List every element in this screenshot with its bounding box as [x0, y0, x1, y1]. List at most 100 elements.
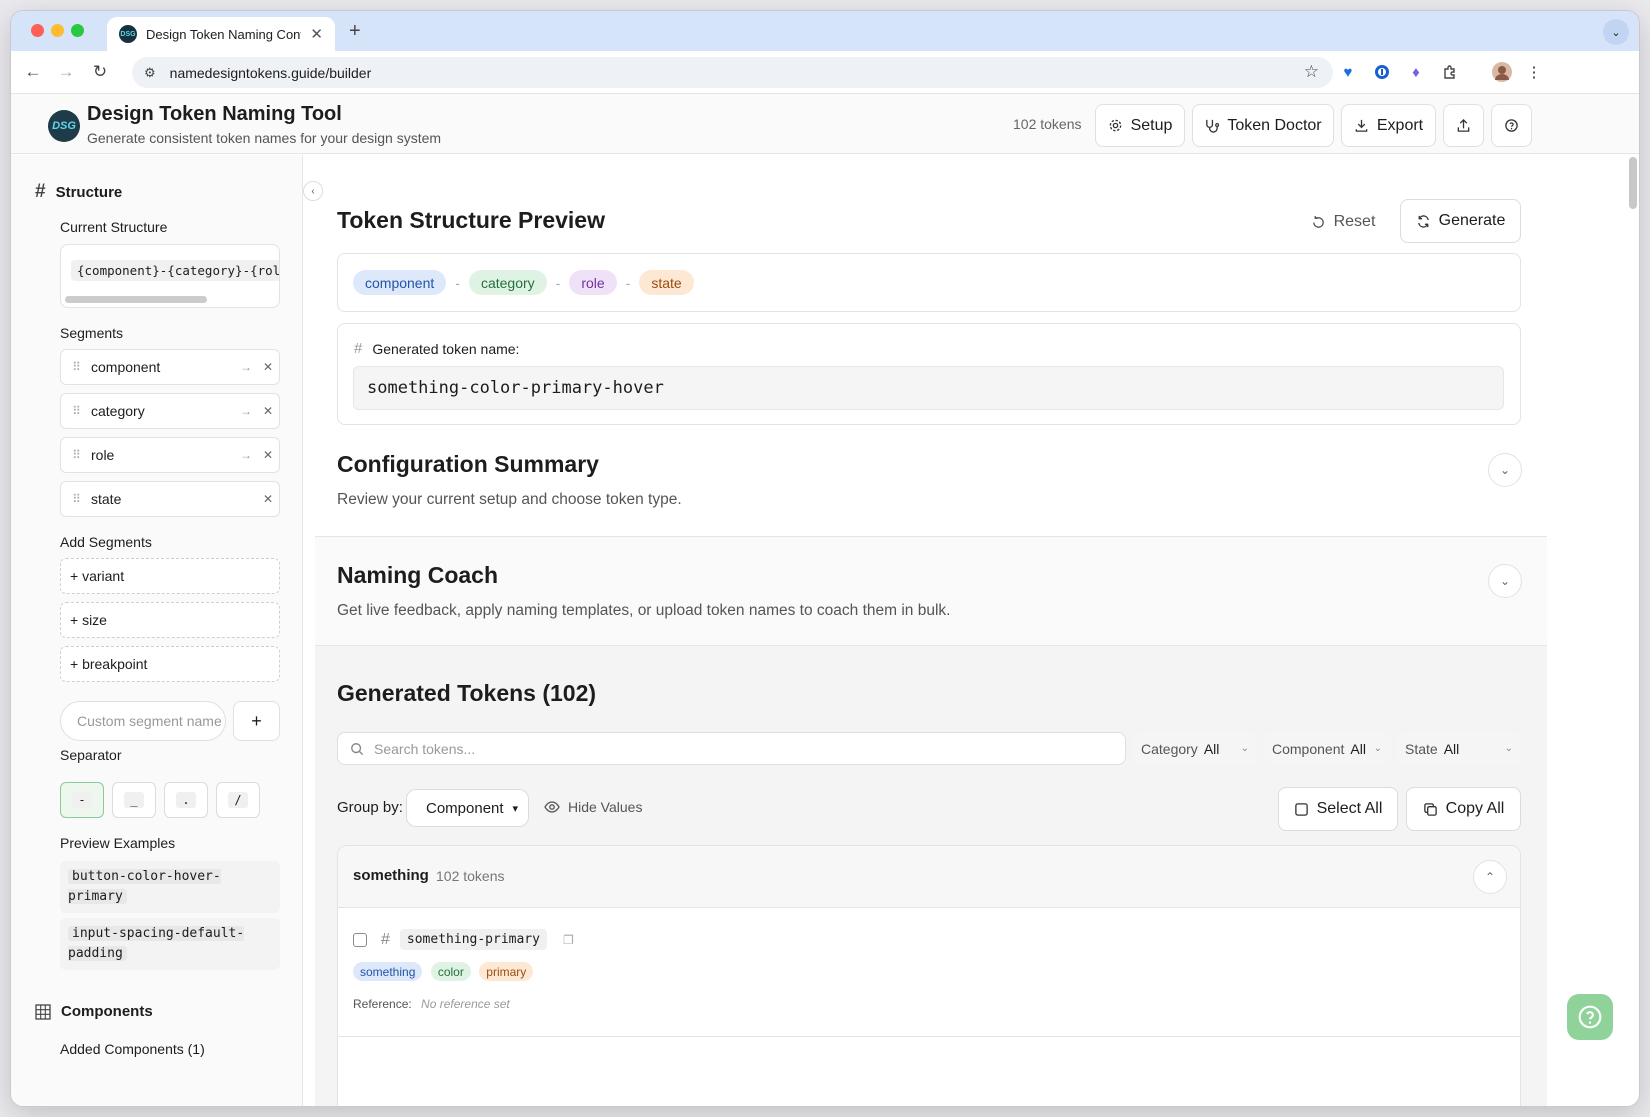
- main-scrollbar[interactable]: [1629, 157, 1637, 209]
- extension-icon[interactable]: ♥: [1337, 61, 1359, 83]
- expand-coach-icon[interactable]: ⌄: [1488, 564, 1522, 598]
- token-doctor-label: Token Doctor: [1227, 116, 1322, 134]
- address-bar[interactable]: ⚙ namedesigntokens.guide/builder ☆: [132, 57, 1333, 88]
- add-custom-segment-button[interactable]: +: [233, 701, 280, 741]
- structure-scrollbar[interactable]: [65, 296, 207, 303]
- group-name: something: [353, 867, 429, 884]
- app-subtitle: Generate consistent token names for your…: [87, 130, 442, 146]
- add-variant-button[interactable]: + variant: [60, 558, 280, 594]
- url-text: namedesigntokens.guide/builder: [169, 64, 372, 81]
- browser-menu-icon[interactable]: ⋮: [1523, 61, 1545, 83]
- token-group-header[interactable]: something 102 tokens ⌃: [338, 846, 1520, 908]
- forward-icon[interactable]: →: [54, 60, 78, 84]
- browser-tab[interactable]: DSG Design Token Naming Conver ✕: [107, 17, 335, 51]
- separator-dash-button[interactable]: -: [60, 782, 104, 818]
- token-reference: Reference: No reference set: [353, 997, 510, 1011]
- hash-icon: #: [381, 930, 390, 948]
- maximize-window-button[interactable]: [71, 24, 84, 37]
- close-window-button[interactable]: [31, 24, 44, 37]
- help-icon: [1505, 119, 1518, 132]
- minimize-window-button[interactable]: [51, 24, 64, 37]
- segment-name: state: [91, 491, 122, 507]
- tab-title: Design Token Naming Conver: [146, 26, 302, 42]
- separator-dot-button[interactable]: .: [164, 782, 208, 818]
- generated-name-label: # Generated token name:: [354, 340, 520, 357]
- hide-values-toggle[interactable]: Hide Values: [544, 799, 642, 815]
- state-filter[interactable]: State All ⌄: [1397, 732, 1521, 765]
- token-structure-title: Token Structure Preview: [337, 207, 605, 233]
- segment-item[interactable]: ⠿ category → ✕: [60, 393, 280, 429]
- tab-search-icon[interactable]: ⌄: [1603, 19, 1629, 45]
- add-breakpoint-button[interactable]: + breakpoint: [60, 646, 280, 682]
- reload-icon[interactable]: ↻: [88, 60, 112, 84]
- eye-icon: [544, 801, 560, 813]
- token-checkbox[interactable]: [353, 932, 367, 947]
- expand-config-icon[interactable]: ⌄: [1488, 453, 1522, 487]
- component-filter[interactable]: Component All ⌄: [1264, 732, 1390, 765]
- extensions-puzzle-icon[interactable]: [1439, 61, 1461, 83]
- extension-icon[interactable]: ♦: [1405, 61, 1427, 83]
- back-icon[interactable]: ←: [21, 60, 45, 84]
- share-button[interactable]: [1443, 104, 1484, 147]
- profile-avatar[interactable]: [1491, 61, 1513, 83]
- new-tab-icon[interactable]: +: [349, 20, 361, 43]
- generated-tokens-title: Generated Tokens (102): [337, 680, 597, 706]
- export-button[interactable]: Export: [1341, 104, 1436, 147]
- pill-state: state: [639, 270, 694, 295]
- generated-name-box: # Generated token name: something-color-…: [337, 323, 1521, 425]
- app-header: DSG Design Token Naming Tool Generate co…: [11, 93, 1639, 154]
- copy-all-button[interactable]: Copy All: [1406, 787, 1521, 831]
- collapse-group-icon[interactable]: ⌃: [1473, 860, 1507, 894]
- setup-button[interactable]: Setup: [1095, 104, 1185, 147]
- segment-item[interactable]: ⠿ state ✕: [60, 481, 280, 517]
- current-structure-code: {component}-{category}-{role}-{state}: [71, 260, 279, 281]
- group-by-label: Group by:: [337, 799, 403, 816]
- close-tab-icon[interactable]: ✕: [310, 25, 323, 43]
- generate-button[interactable]: Generate: [1400, 199, 1521, 243]
- collapse-sidebar-button[interactable]: ‹: [303, 181, 323, 201]
- chevron-down-icon: ⌄: [1240, 743, 1249, 754]
- tag-component: something: [353, 962, 423, 981]
- remove-segment-icon[interactable]: ✕: [257, 360, 279, 374]
- separator-slash-button[interactable]: /: [216, 782, 260, 818]
- stethoscope-icon: [1206, 119, 1220, 133]
- segment-item[interactable]: ⠿ role → ✕: [60, 437, 280, 473]
- separator-underscore-button[interactable]: _: [112, 782, 156, 818]
- group-by-select[interactable]: Component ▾: [406, 789, 529, 827]
- drag-handle-icon[interactable]: ⠿: [61, 404, 91, 418]
- copy-token-icon[interactable]: ❐: [563, 933, 574, 947]
- add-size-button[interactable]: + size: [60, 602, 280, 638]
- remove-segment-icon[interactable]: ✕: [257, 492, 279, 506]
- components-section-title: Components: [35, 1003, 153, 1020]
- pill-role: role: [569, 270, 617, 295]
- browser-window: DSG Design Token Naming Conver ✕ + ⌄ ← →…: [11, 11, 1639, 1106]
- bookmark-star-icon[interactable]: ☆: [1304, 62, 1319, 82]
- arrow-right-icon: →: [240, 404, 252, 418]
- select-all-button[interactable]: Select All: [1278, 787, 1398, 831]
- current-structure-box[interactable]: {component}-{category}-{role}-{state}: [60, 244, 280, 308]
- reset-button[interactable]: Reset: [1305, 200, 1381, 244]
- help-icon: [1578, 1005, 1602, 1029]
- custom-segment-input[interactable]: Custom segment name: [60, 701, 226, 741]
- drag-handle-icon[interactable]: ⠿: [61, 360, 91, 374]
- search-icon: [351, 742, 364, 755]
- category-filter[interactable]: Category All ⌄: [1133, 732, 1257, 765]
- remove-segment-icon[interactable]: ✕: [257, 448, 279, 462]
- segment-item[interactable]: ⠿ component → ✕: [60, 349, 280, 385]
- chevron-down-icon: ⌄: [1504, 743, 1513, 754]
- generated-name-value[interactable]: something-color-primary-hover: [353, 366, 1504, 410]
- segment-pills-row: component - category - role - state: [337, 253, 1521, 312]
- preview-example: input-spacing-default-padding: [60, 918, 280, 970]
- drag-handle-icon[interactable]: ⠿: [61, 492, 91, 506]
- refresh-icon: [1417, 214, 1429, 228]
- search-tokens-input[interactable]: Search tokens...: [337, 732, 1126, 765]
- remove-segment-icon[interactable]: ✕: [257, 404, 279, 418]
- password-manager-icon[interactable]: [1371, 61, 1393, 83]
- segment-name: component: [91, 359, 161, 375]
- help-chat-button[interactable]: [1567, 994, 1613, 1040]
- segment-name: category: [91, 403, 145, 419]
- drag-handle-icon[interactable]: ⠿: [61, 448, 91, 462]
- token-doctor-button[interactable]: Token Doctor: [1192, 104, 1334, 147]
- help-button[interactable]: [1491, 104, 1532, 147]
- site-info-icon[interactable]: ⚙: [144, 65, 156, 81]
